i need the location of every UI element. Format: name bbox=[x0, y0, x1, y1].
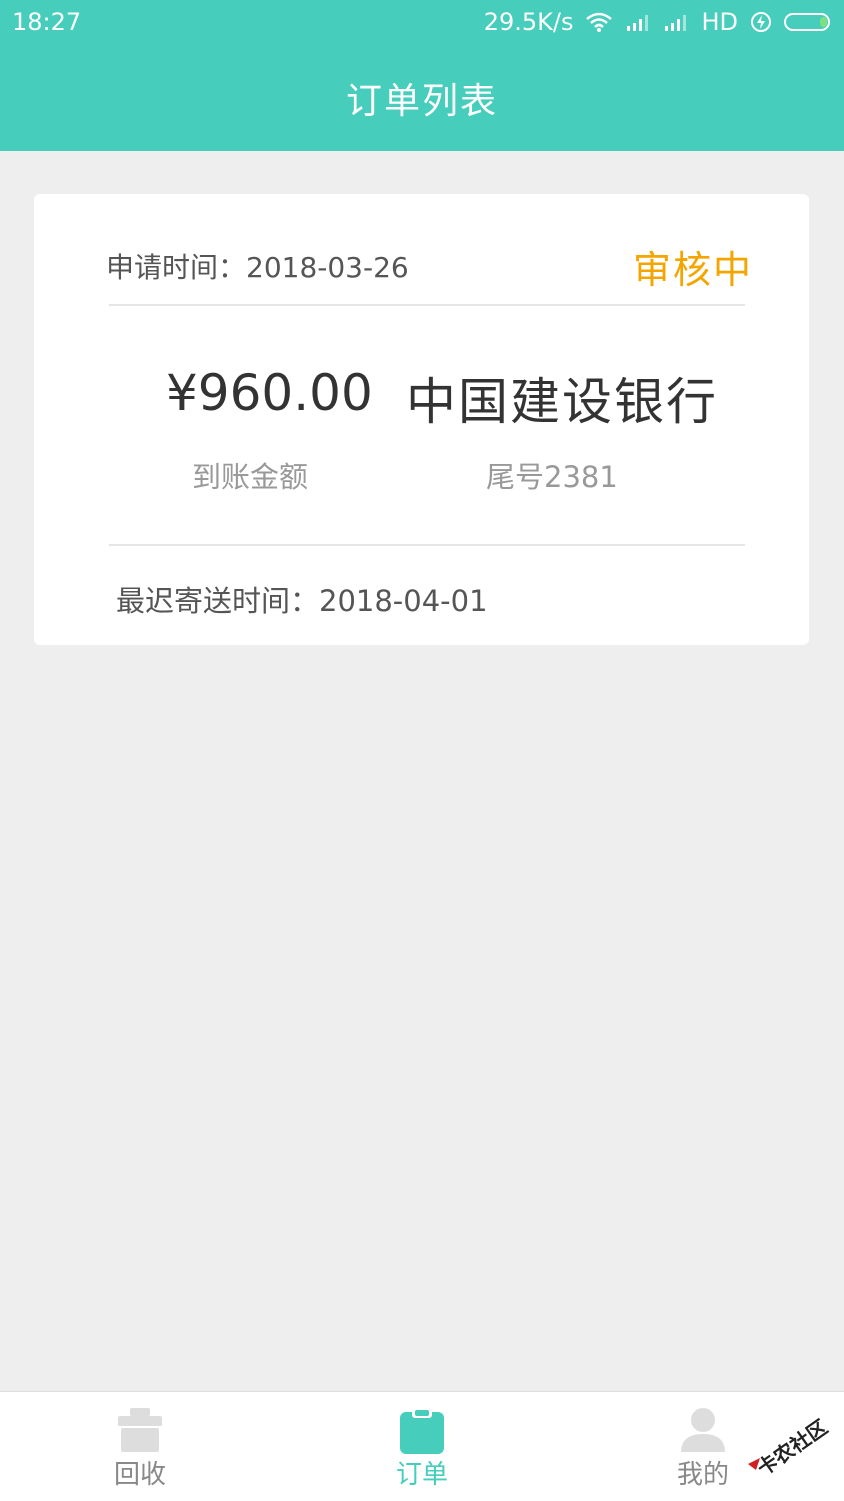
latest-ship-time: 最迟寄送时间：2018-04-01 bbox=[116, 584, 488, 618]
tab-label-orders: 订单 bbox=[395, 1460, 448, 1490]
clipboard-icon bbox=[398, 1406, 446, 1458]
status-time: 18:27 bbox=[12, 8, 82, 36]
svg-text:卡农社区: 卡农社区 bbox=[753, 1415, 832, 1481]
divider-top bbox=[109, 304, 745, 306]
signal-icon-2 bbox=[663, 12, 689, 32]
card-tail-number: 尾号2381 bbox=[486, 460, 618, 494]
status-bar: 18:27 29.5K/s HD bbox=[0, 0, 844, 46]
wifi-icon bbox=[585, 11, 613, 33]
user-icon bbox=[679, 1406, 727, 1458]
bank-name: 中国建设银行 bbox=[406, 373, 718, 431]
order-card[interactable]: 申请时间：2018-03-26 审核中 ¥960.00 到账金额 中国建设银行 … bbox=[34, 194, 809, 645]
watermark-logo: 卡农社区 bbox=[742, 1408, 838, 1488]
gift-icon bbox=[116, 1406, 164, 1458]
amount-value: ¥960.00 bbox=[166, 364, 373, 422]
divider-bottom bbox=[109, 544, 745, 546]
battery-icon bbox=[784, 11, 834, 33]
network-type: HD bbox=[701, 8, 738, 36]
page-title: 订单列表 bbox=[345, 81, 498, 122]
tab-orders[interactable]: 订单 bbox=[352, 1392, 492, 1501]
status-badge: 审核中 bbox=[632, 248, 753, 292]
network-speed: 29.5K/s bbox=[483, 8, 574, 36]
tab-bar: 回收 订单 我的 bbox=[0, 1391, 844, 1501]
status-indicators: 29.5K/s HD bbox=[484, 8, 834, 36]
title-bar: 订单列表 bbox=[0, 46, 844, 151]
charging-icon bbox=[750, 11, 772, 33]
tab-recycle[interactable]: 回收 bbox=[70, 1392, 210, 1501]
signal-icon bbox=[625, 12, 651, 32]
amount-label: 到账金额 bbox=[192, 460, 309, 494]
apply-time: 申请时间：2018-03-26 bbox=[106, 251, 409, 284]
tab-label-recycle: 回收 bbox=[113, 1460, 166, 1490]
